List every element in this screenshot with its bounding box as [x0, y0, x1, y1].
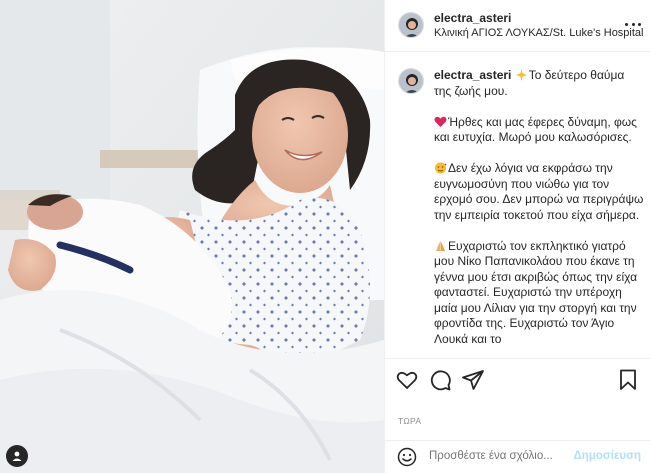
- caption-paragraph: Ευχαριστώ τον εκπληκτικό γιατρό μου Νίκο…: [434, 239, 644, 348]
- more-options-icon[interactable]: [625, 16, 641, 32]
- caption-text: electra_asteri Το δεύτερο θαύμα της ζωής…: [434, 68, 644, 358]
- heart-icon[interactable]: [395, 368, 419, 392]
- caption-paragraph: electra_asteri Το δεύτερο θαύμα της ζωής…: [434, 68, 644, 99]
- caption-paragraph: Δεν έχω λόγια να εκφράσω την ευγνωμοσύνη…: [434, 161, 644, 223]
- post-username[interactable]: electra_asteri: [434, 11, 511, 25]
- comment-bar: Δημοσίευση: [385, 440, 650, 473]
- action-bar: [385, 358, 650, 402]
- smiling-face-hearts-icon: [434, 162, 447, 174]
- caption-avatar[interactable]: [398, 68, 424, 94]
- praying-hands-icon: [436, 240, 445, 251]
- comment-icon[interactable]: [428, 368, 452, 392]
- paper-plane-icon[interactable]: [461, 368, 485, 392]
- user-tag-icon[interactable]: [6, 445, 28, 467]
- avatar[interactable]: [398, 12, 424, 38]
- caption-paragraph: Ήρθες και μας έφερες δύναμη, φως και ευτ…: [434, 115, 644, 146]
- caption-area: electra_asteri Το δεύτερο θαύμα της ζωής…: [385, 52, 650, 358]
- red-heart-icon: [434, 116, 447, 127]
- comment-input[interactable]: [429, 450, 589, 462]
- post-header: electra_asteri Κλινική ΑΓΙΟΣ ΛΟΥΚΑΣ/St. …: [385, 0, 650, 52]
- post-photo-illustration: [0, 0, 384, 473]
- caption-paragraph-text: Δεν έχω λόγια να εκφράσω την ευγνωμοσύνη…: [434, 161, 644, 222]
- post-photo[interactable]: [0, 0, 384, 473]
- caption-paragraph-text: Ευχαριστώ τον εκπληκτικό γιατρό μου Νίκο…: [434, 238, 638, 346]
- post-details-panel: electra_asteri Κλινική ΑΓΙΟΣ ΛΟΥΚΑΣ/St. …: [384, 0, 650, 473]
- smiley-icon[interactable]: [397, 447, 417, 467]
- sparkles-icon: [515, 69, 527, 81]
- post-date[interactable]: ΤΩΡΑ: [398, 416, 421, 426]
- caption-paragraph-text: Ήρθες και μας έφερες δύναμη, φως και ευτ…: [434, 114, 637, 145]
- bookmark-icon[interactable]: [616, 368, 640, 392]
- post-location[interactable]: Κλινική ΑΓΙΟΣ ΛΟΥΚΑΣ/St. Luke's Hospital: [434, 27, 644, 39]
- caption-username[interactable]: electra_asteri: [434, 68, 511, 82]
- publish-button[interactable]: Δημοσίευση: [574, 450, 641, 462]
